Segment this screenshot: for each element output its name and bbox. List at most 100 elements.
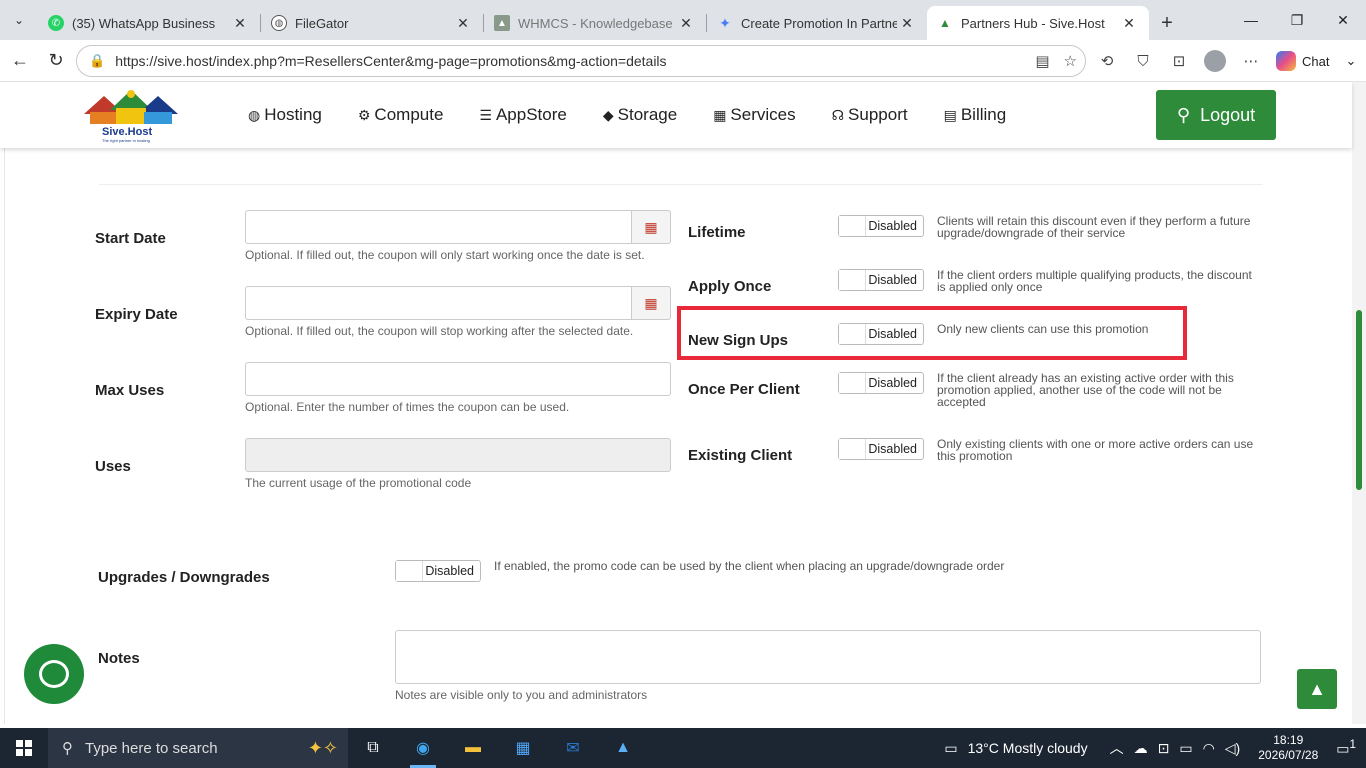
weather-text[interactable]: 13°C Mostly cloudy — [968, 740, 1088, 756]
outlook-icon[interactable]: ✉ — [548, 728, 598, 768]
lifetime-toggle[interactable]: Disabled — [838, 215, 924, 237]
close-icon[interactable]: ✕ — [1119, 15, 1139, 32]
nav-compute[interactable]: ⚙ Compute — [358, 105, 444, 125]
refresh-icon[interactable]: ↻ — [38, 43, 74, 79]
scrollbar-thumb[interactable] — [1356, 310, 1362, 490]
search-placeholder: Type here to search — [85, 739, 218, 757]
taskbar-search[interactable]: ⚲ Type here to search ✦✧ — [48, 728, 348, 768]
favorite-star-icon[interactable]: ☆ — [1064, 52, 1077, 70]
windows-logo-icon — [16, 740, 32, 756]
tab-label: WHMCS - Knowledgebase — [518, 15, 673, 31]
restore-icon[interactable]: ❐ — [1274, 0, 1320, 40]
network-icon[interactable]: ☁ — [1134, 740, 1148, 757]
clock[interactable]: 18:19 2026/07/28 — [1258, 733, 1318, 763]
nav-billing[interactable]: ▤ Billing — [944, 105, 1007, 125]
copilot-chat-button[interactable]: Chat ⌄ — [1270, 51, 1362, 71]
toggle-state: Disabled — [868, 442, 917, 456]
toggle-state: Disabled — [868, 219, 917, 233]
tab-create-promotion[interactable]: ✦ Create Promotion In Partners H ✕ — [707, 6, 927, 40]
tab-whmcs[interactable]: ▲ WHMCS - Knowledgebase ✕ — [484, 6, 706, 40]
tab-label: Create Promotion In Partners H — [741, 15, 897, 31]
max-uses-help: Optional. Enter the number of times the … — [245, 400, 570, 414]
live-chat-button[interactable] — [24, 644, 84, 704]
expiry-date-help: Optional. If filled out, the coupon will… — [245, 324, 634, 338]
toggle-state: Disabled — [868, 273, 917, 287]
photos-icon[interactable]: ▲ — [598, 728, 648, 768]
upgrades-toggle[interactable]: Disabled — [395, 560, 481, 582]
new-sign-ups-toggle[interactable]: Disabled — [838, 323, 924, 345]
nav-label: Billing — [960, 105, 1007, 124]
tab-label: Partners Hub - Sive.Host — [961, 15, 1105, 31]
nav-appstore[interactable]: ☰ AppStore — [479, 105, 566, 125]
lock-icon[interactable]: 🔒 — [89, 53, 105, 69]
file-explorer-icon[interactable]: ▬ — [448, 728, 498, 768]
tab-label: FileGator — [295, 15, 349, 31]
tab-whatsapp[interactable]: ✆ (35) WhatsApp Business ✕ — [38, 6, 260, 40]
nav-services[interactable]: ▦ Services — [713, 105, 795, 125]
tab-filegator[interactable]: ◍ FileGator ✕ — [261, 6, 483, 40]
new-tab-plus-icon[interactable]: + — [1149, 6, 1185, 40]
profile-avatar[interactable] — [1198, 44, 1232, 78]
edge-icon[interactable]: ◉ — [398, 728, 448, 768]
close-icon[interactable]: ✕ — [897, 15, 917, 32]
copilot-icon — [1276, 51, 1296, 71]
tab-actions-chevron-icon[interactable]: ⌄ — [0, 0, 38, 40]
chevron-up-icon[interactable]: ︿ — [1110, 738, 1124, 758]
wifi-icon[interactable]: ◠ — [1203, 740, 1215, 757]
history-icon[interactable]: ⟲ — [1090, 44, 1124, 78]
nav-label: Support — [848, 105, 908, 124]
notes-textarea[interactable] — [395, 630, 1261, 684]
minimize-icon[interactable]: — — [1228, 0, 1274, 40]
nav-hosting[interactable]: ◍ Hosting — [248, 105, 322, 125]
windows-taskbar: ⚲ Type here to search ✦✧ ⧉ ◉ ▬ ▦ ✉ ▲ ▭ 1… — [0, 728, 1366, 768]
tab-partners-hub[interactable]: ▲ Partners Hub - Sive.Host ✕ — [927, 6, 1149, 40]
shield-icon[interactable]: ⛉ — [1126, 44, 1160, 78]
chevron-down-icon: ⌄ — [1345, 53, 1357, 68]
logo-houses-icon — [84, 90, 178, 124]
headset-icon: ☊ — [831, 106, 845, 123]
volume-icon[interactable]: ◁) — [1225, 740, 1240, 757]
uses-label: Uses — [95, 458, 131, 475]
apply-once-toggle[interactable]: Disabled — [838, 269, 924, 291]
logout-button[interactable]: ⚲ Logout — [1156, 90, 1276, 140]
close-icon[interactable]: ✕ — [676, 15, 696, 32]
start-date-input[interactable]: ▦ — [245, 210, 671, 244]
close-icon[interactable]: ✕ — [453, 15, 473, 32]
notes-help: Notes are visible only to you and admini… — [395, 688, 648, 702]
nav-support[interactable]: ☊ Support — [832, 105, 908, 125]
task-view-icon[interactable]: ⧉ — [348, 728, 398, 768]
battery-icon[interactable]: ▭ — [1179, 740, 1192, 757]
weather-icon[interactable]: ▭ — [944, 740, 957, 757]
window-close-icon[interactable]: ✕ — [1320, 0, 1366, 40]
scroll-top-rocket-button[interactable]: ▲ — [1297, 669, 1337, 709]
nav-label: Hosting — [264, 105, 322, 124]
tray-app-icon[interactable]: ⊡ — [1158, 740, 1170, 757]
close-icon[interactable]: ✕ — [230, 15, 250, 32]
notification-count: 1 — [1349, 738, 1356, 752]
main-nav: ◍ Hosting ⚙ Compute ☰ AppStore ◆ Storage ▦ Se… — [248, 82, 1042, 148]
calendar-icon[interactable]: ▦ — [631, 286, 671, 320]
taskbar-apps: ⧉ ◉ ▬ ▦ ✉ ▲ — [348, 728, 648, 768]
existing-client-toggle[interactable]: Disabled — [838, 438, 924, 460]
screenshot-icon[interactable]: ⊡ — [1162, 44, 1196, 78]
store-icon[interactable]: ▦ — [498, 728, 548, 768]
max-uses-label: Max Uses — [95, 382, 165, 399]
system-tray: ▭ 13°C Mostly cloudy ︿ ☁ ⊡ ▭ ◠ ◁) 18:19 … — [944, 728, 1366, 768]
site-logo[interactable]: Sive.Host The right partner in hosting — [84, 86, 178, 146]
once-per-client-toggle[interactable]: Disabled — [838, 372, 924, 394]
existing-client-desc: Only existing clients with one or more a… — [937, 437, 1254, 463]
expiry-date-input[interactable]: ▦ — [245, 286, 671, 320]
calendar-icon[interactable]: ▦ — [631, 210, 671, 244]
reader-mode-icon[interactable]: ▤ — [1035, 52, 1049, 70]
max-uses-input[interactable] — [245, 362, 671, 396]
url-bar[interactable]: 🔒 https://sive.host/index.php?m=Reseller… — [76, 45, 1086, 77]
notification-icon[interactable]: ▭1 — [1336, 738, 1356, 758]
existing-client-label: Existing Client — [688, 447, 793, 464]
page-scrollbar[interactable] — [1352, 82, 1366, 724]
start-button[interactable] — [0, 728, 48, 768]
clock-time: 18:19 — [1273, 733, 1304, 747]
nav-storage[interactable]: ◆ Storage — [603, 105, 677, 125]
back-arrow-icon[interactable]: ← — [2, 43, 38, 79]
more-menu-icon[interactable]: ⋯ — [1234, 44, 1268, 78]
chat-label: Chat — [1302, 53, 1330, 69]
